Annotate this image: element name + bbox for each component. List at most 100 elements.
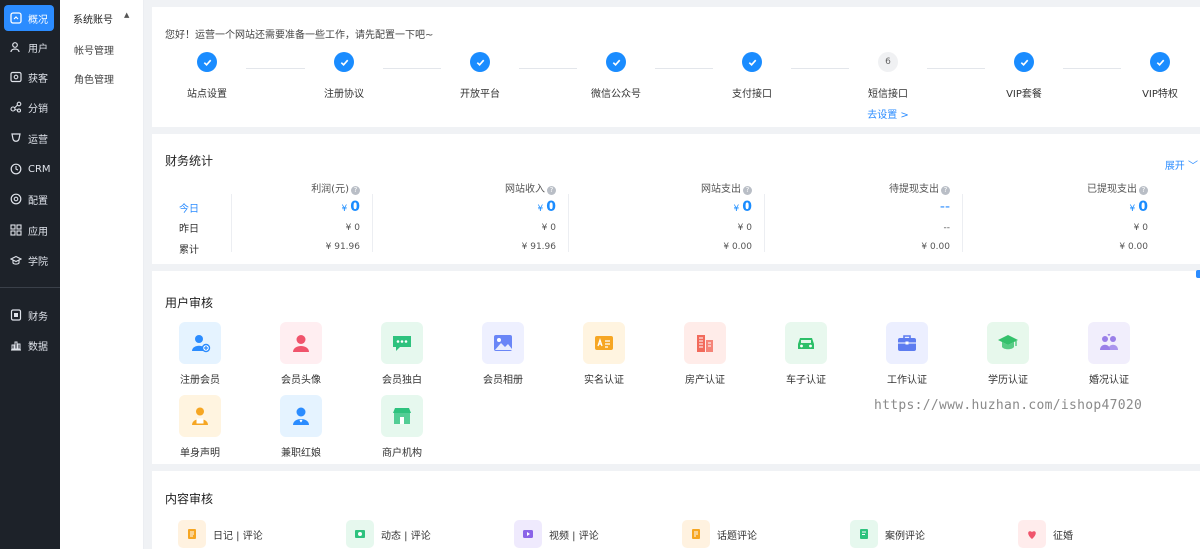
video-icon: [514, 520, 542, 548]
audit-item[interactable]: 会员相册: [463, 322, 543, 386]
check-circle-icon: [197, 52, 217, 72]
diary-icon: [178, 520, 206, 548]
operation-icon: [9, 131, 23, 145]
setup-step[interactable]: 微信公众号: [561, 52, 671, 100]
audit-item-label: 学历认证: [988, 375, 1028, 386]
content-audit-label: 话题评论: [717, 530, 757, 542]
audit-item[interactable]: 房产认证: [665, 322, 745, 386]
nav-divider: [0, 287, 60, 288]
audit-item-label: 会员头像: [281, 375, 321, 386]
id-card-icon: [583, 322, 625, 364]
setup-step[interactable]: 开放平台: [425, 52, 535, 100]
content-audit-item[interactable]: 动态 | 评论: [346, 520, 431, 548]
setup-step[interactable]: 站点设置: [152, 52, 262, 100]
content-audit-item[interactable]: 视频 | 评论: [514, 520, 599, 548]
caret-up-icon[interactable]: ▲: [124, 11, 129, 19]
row-label-today[interactable]: 今日: [179, 200, 199, 215]
finance-column-header: 网站收入?: [505, 180, 556, 195]
graduation-icon: [987, 322, 1029, 364]
audit-item[interactable]: 会员独白: [362, 322, 442, 386]
step-label: VIP特权: [1142, 89, 1178, 100]
finance-total-value: ¥ 91.96: [325, 242, 360, 252]
nav-item-crm[interactable]: CRM: [4, 156, 54, 182]
column-divider: [372, 194, 373, 252]
audit-item[interactable]: 会员头像: [261, 322, 341, 386]
nav-item-users[interactable]: 用户: [4, 34, 54, 60]
help-icon[interactable]: ?: [547, 186, 556, 195]
finance-column-header: 待提现支出?: [889, 180, 950, 195]
setup-step[interactable]: VIP特权: [1105, 52, 1200, 100]
setup-card: 您好！运营一个网站还需要准备一些工作，请先配置一下吧~ 站点设置 注册协议 开放平台…: [152, 7, 1200, 127]
content-audit-title: 内容审核: [165, 492, 214, 506]
nav-item-operation[interactable]: 运营: [4, 125, 54, 151]
column-header-label: 待提现支出: [889, 184, 939, 195]
help-icon[interactable]: ?: [351, 186, 360, 195]
nav-item-apps[interactable]: 应用: [4, 217, 54, 243]
row-label-yesterday: 昨日: [179, 224, 199, 235]
nav-item-data[interactable]: 数据: [4, 332, 54, 358]
content-audit-item[interactable]: 征婚: [1018, 520, 1073, 548]
setup-step[interactable]: 注册协议: [289, 52, 399, 100]
audit-item[interactable]: 商户机构: [362, 395, 442, 459]
nav-item-config[interactable]: 配置: [4, 186, 54, 212]
row-label-total: 累计: [179, 245, 199, 256]
help-icon[interactable]: ?: [1139, 186, 1148, 195]
audit-item[interactable]: 车子认证: [766, 322, 846, 386]
check-circle-icon: [1150, 52, 1170, 72]
finance-today-value: --: [939, 199, 950, 215]
register-member-icon: [179, 322, 221, 364]
currency-symbol: ¥: [733, 204, 740, 214]
nav-item-overview[interactable]: 概况: [4, 5, 54, 31]
submenu-item-account[interactable]: 帐号管理: [74, 42, 114, 57]
content-audit-item[interactable]: 日记 | 评论: [178, 520, 263, 548]
nav-label: 配置: [28, 195, 48, 207]
audit-item[interactable]: 兼职红娘: [261, 395, 341, 459]
finance-column-header: 利润(元)?: [311, 180, 360, 195]
nav-item-academy[interactable]: 学院: [4, 247, 54, 273]
setup-step[interactable]: 支付接口: [697, 52, 807, 100]
audit-item-label: 兼职红娘: [281, 448, 321, 459]
today-amount: 0: [350, 199, 360, 215]
content-audit-item[interactable]: 话题评论: [682, 520, 757, 548]
audit-item[interactable]: 学历认证: [968, 322, 1048, 386]
nav-label: 数据: [28, 341, 48, 353]
audit-item-label: 工作认证: [887, 375, 927, 386]
shop-icon: [381, 395, 423, 437]
nav-item-distribution[interactable]: 分销: [4, 94, 54, 120]
submenu-item-role[interactable]: 角色管理: [74, 71, 114, 86]
scroll-edge-indicator[interactable]: [1196, 270, 1200, 278]
submenu-heading[interactable]: 系统账号: [73, 11, 113, 26]
setup-greeting: 您好！运营一个网站还需要准备一些工作，请先配置一下吧~: [165, 30, 434, 41]
user-audit-title: 用户审核: [165, 296, 214, 310]
settings-icon: [9, 192, 23, 206]
finance-icon: [9, 308, 23, 322]
nav-item-finance[interactable]: 财务: [4, 302, 54, 328]
share-icon: [9, 100, 23, 114]
help-icon[interactable]: ?: [941, 186, 950, 195]
setup-step[interactable]: VIP套餐: [969, 52, 1079, 100]
setup-step[interactable]: 6 短信接口 去设置 >: [833, 52, 943, 121]
audit-item[interactable]: 注册会员: [160, 322, 240, 386]
audit-item[interactable]: 实名认证: [564, 322, 644, 386]
help-icon[interactable]: ?: [743, 186, 752, 195]
finance-title: 财务统计: [165, 154, 214, 168]
column-header-label: 利润(元): [311, 184, 349, 195]
content-audit-card: 内容审核 日记 | 评论 动态 | 评论 视频 | 评论 话题评论 案例评论 征婚: [152, 471, 1200, 549]
content-audit-label: 日记 | 评论: [213, 530, 263, 542]
nav-label: 应用: [28, 226, 48, 238]
step-label: 开放平台: [460, 89, 500, 100]
audit-item[interactable]: 婚况认证: [1069, 322, 1149, 386]
content-audit-item[interactable]: 案例评论: [850, 520, 925, 548]
column-divider: [962, 194, 963, 252]
nav-label: 财务: [28, 311, 48, 323]
nav-item-acquire[interactable]: 获客: [4, 64, 54, 90]
audit-item[interactable]: 工作认证: [867, 322, 947, 386]
go-setup-link[interactable]: 去设置 >: [833, 106, 943, 121]
audit-item-label: 会员相册: [483, 375, 523, 386]
audit-item[interactable]: 单身声明: [160, 395, 240, 459]
finance-today-value: ¥0: [1130, 199, 1148, 215]
expand-link[interactable]: 展开 ﹀: [1165, 157, 1198, 172]
finance-card: 财务统计 展开 ﹀ 今日 昨日 累计 利润(元)? ¥0 ¥ 0 ¥ 91.96 网站收…: [152, 134, 1200, 264]
apps-icon: [9, 223, 23, 237]
watermark-url: https://www.huzhan.com/ishop47020: [874, 398, 1143, 413]
